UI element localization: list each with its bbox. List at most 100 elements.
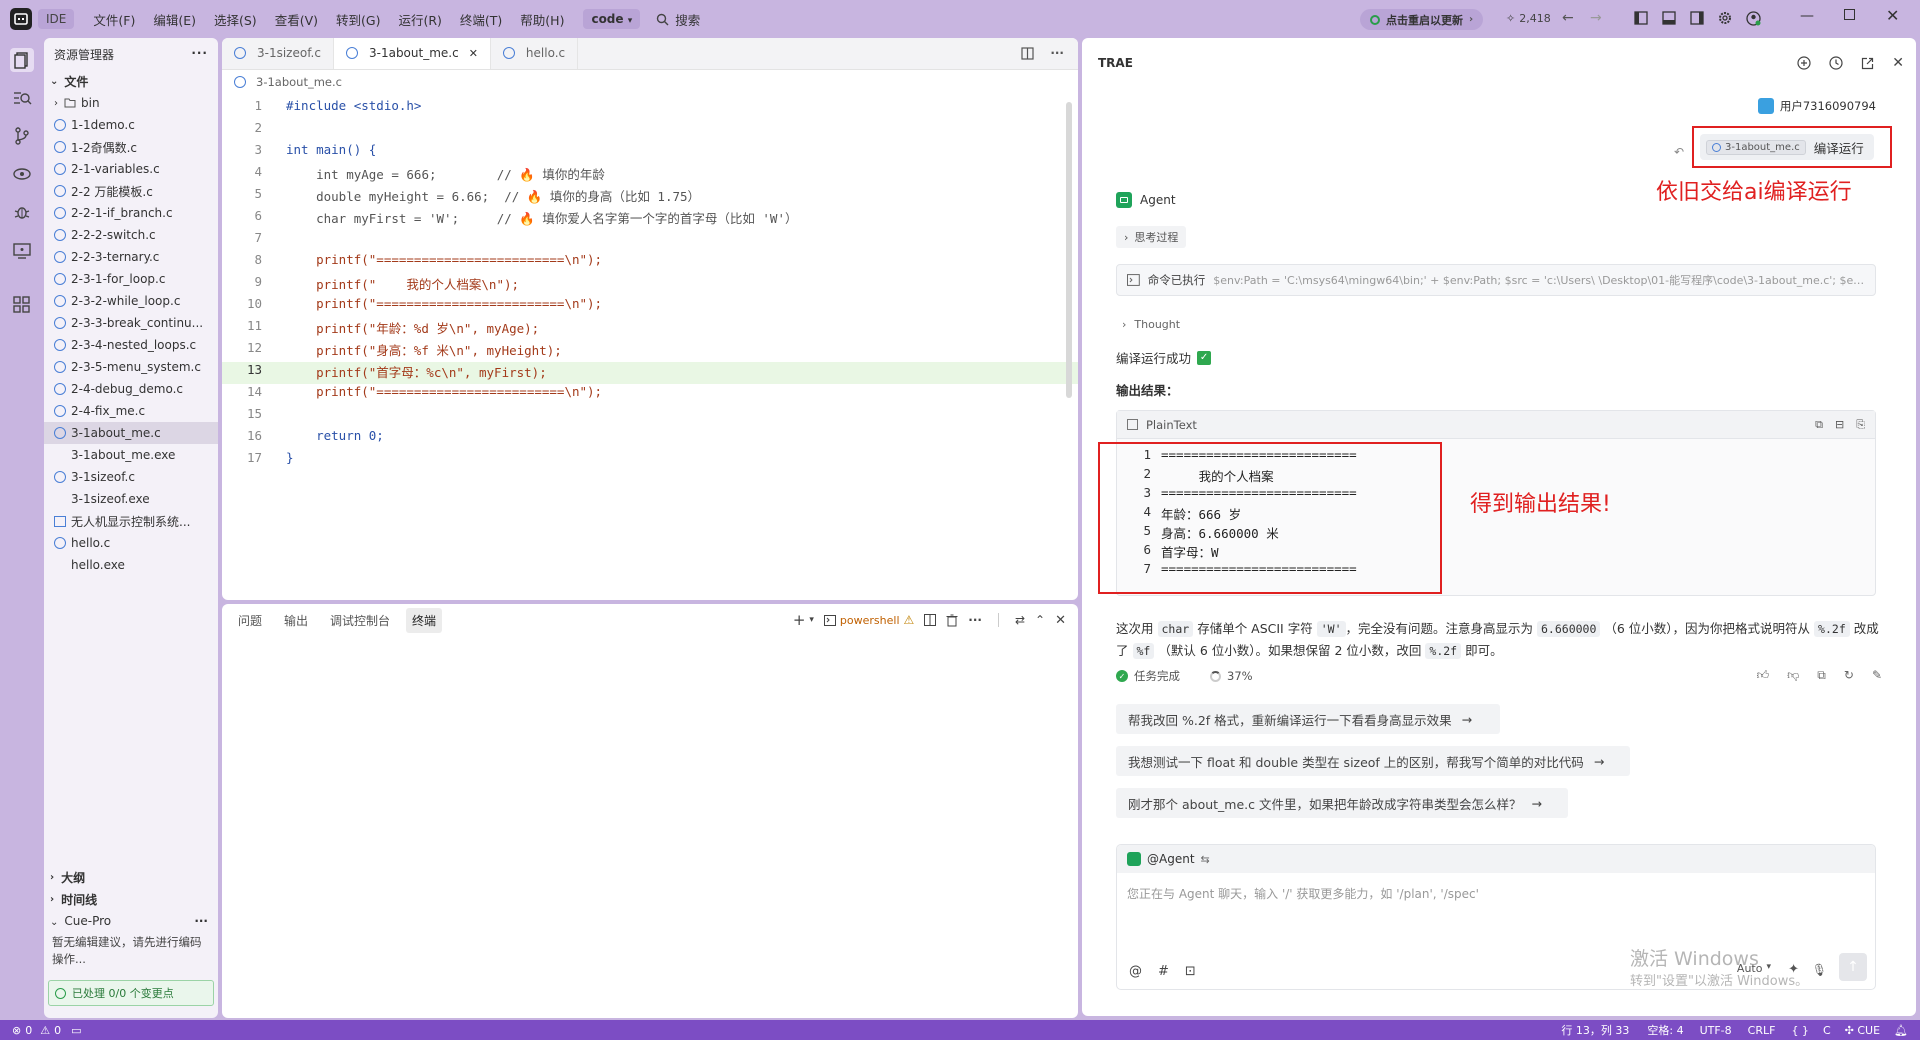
- file-tree-item[interactable]: 2-2-2-switch.c: [44, 224, 218, 246]
- thumbs-up-icon[interactable]: 👍︎: [1757, 668, 1770, 683]
- code-line[interactable]: 8 printf("=========================\n");: [222, 252, 1078, 274]
- notification-bell-icon[interactable]: 🔔︎: [1894, 1024, 1908, 1037]
- code-line[interactable]: 11 printf("年龄：%d 岁\n", myAge);: [222, 318, 1078, 340]
- minimize-icon[interactable]: —: [1800, 8, 1814, 24]
- file-tree-item[interactable]: 无人机显示控制系统...: [44, 510, 218, 532]
- close-window-icon[interactable]: ✕: [1886, 6, 1899, 25]
- tree-folder-bin[interactable]: › bin: [44, 92, 218, 114]
- panel-tab-problems[interactable]: 问题: [232, 608, 268, 633]
- settings-gear-icon[interactable]: [1718, 11, 1734, 27]
- suggestion-item[interactable]: 刚才那个 about_me.c 文件里，如果把年龄改成字符串类型会怎么样？ →: [1116, 788, 1568, 818]
- open-external-icon[interactable]: [1861, 57, 1874, 70]
- debug-bug-icon[interactable]: [12, 202, 32, 222]
- file-tree-item[interactable]: 2-3-4-nested_loops.c: [44, 334, 218, 356]
- preview-eye-icon[interactable]: [12, 164, 32, 184]
- code-line[interactable]: 15: [222, 406, 1078, 428]
- menu-help[interactable]: 帮助(H): [511, 10, 573, 29]
- tree-root-folder[interactable]: ⌄ 文件: [44, 70, 218, 92]
- back-arrow-icon[interactable]: ←: [1562, 10, 1574, 26]
- file-tree-item[interactable]: hello.exe: [44, 554, 218, 576]
- file-tree-item[interactable]: 1-1demo.c: [44, 114, 218, 136]
- remote-monitor-icon[interactable]: [12, 240, 32, 260]
- split-editor-icon[interactable]: [1021, 46, 1034, 60]
- tab-sizeof[interactable]: 3-1sizeof.c: [222, 38, 334, 69]
- chevron-down-icon[interactable]: ▾: [809, 615, 814, 625]
- maximize-panel-icon[interactable]: ⌃: [1035, 613, 1045, 627]
- code-line[interactable]: 10 printf("=========================\n")…: [222, 296, 1078, 318]
- line-ending[interactable]: CRLF: [1748, 1024, 1776, 1037]
- thinking-toggle[interactable]: › 思考过程: [1116, 226, 1187, 248]
- code-line[interactable]: 2: [222, 120, 1078, 142]
- trash-icon[interactable]: [946, 614, 958, 627]
- forward-arrow-icon[interactable]: →: [1590, 10, 1602, 26]
- account-icon[interactable]: [1746, 11, 1762, 27]
- language-mode[interactable]: C: [1823, 1024, 1831, 1037]
- code-line[interactable]: 7: [222, 230, 1078, 252]
- file-tree-item[interactable]: 3-1sizeof.c: [44, 466, 218, 488]
- cursor-position[interactable]: 行 13，列 33: [1561, 1022, 1629, 1038]
- menu-edit[interactable]: 编辑(E): [144, 10, 205, 29]
- menu-view[interactable]: 查看(V): [266, 10, 327, 29]
- code-line[interactable]: 13 printf("首字母：%c\n", myFirst);: [222, 362, 1078, 384]
- toggle-right-panel-icon[interactable]: [1690, 11, 1706, 27]
- project-selector[interactable]: code ▾: [583, 9, 641, 29]
- outline-section[interactable]: › 大纲: [44, 866, 218, 888]
- file-tree-item[interactable]: 2-3-5-menu_system.c: [44, 356, 218, 378]
- more-actions-icon[interactable]: ···: [191, 46, 208, 60]
- tab-hello[interactable]: hello.c: [491, 38, 579, 69]
- braces-icon[interactable]: { }: [1791, 1024, 1809, 1037]
- file-tree-item[interactable]: 3-1sizeof.exe: [44, 488, 218, 510]
- cue-status[interactable]: ✣ CUE: [1845, 1024, 1880, 1037]
- apply-icon[interactable]: ⎘: [1856, 418, 1865, 432]
- source-control-icon[interactable]: [12, 126, 32, 146]
- file-tree-item[interactable]: hello.c: [44, 532, 218, 554]
- menu-run[interactable]: 运行(R): [389, 10, 450, 29]
- update-button[interactable]: 点击重启以更新 ›: [1360, 9, 1484, 30]
- indentation[interactable]: 空格: 4: [1647, 1022, 1683, 1038]
- timeline-section[interactable]: › 时间线: [44, 888, 218, 910]
- file-tree-item[interactable]: 2-4-debug_demo.c: [44, 378, 218, 400]
- split-terminal-icon[interactable]: [924, 614, 937, 626]
- breadcrumb-file[interactable]: 3-1about_me.c: [256, 75, 342, 89]
- thought-toggle[interactable]: › Thought: [1122, 318, 1180, 331]
- file-tree-item[interactable]: 2-2 万能模板.c: [44, 180, 218, 202]
- new-chat-icon[interactable]: [1797, 56, 1811, 70]
- encoding[interactable]: UTF-8: [1700, 1024, 1732, 1037]
- panel-tab-output[interactable]: 输出: [278, 608, 314, 633]
- maximize-icon[interactable]: [1844, 9, 1855, 20]
- code-line[interactable]: 12 printf("身高：%f 米\n", myHeight);: [222, 340, 1078, 362]
- file-tree-item[interactable]: 2-2-3-ternary.c: [44, 246, 218, 268]
- extensions-icon[interactable]: [12, 294, 32, 314]
- menu-go[interactable]: 转到(G): [327, 10, 389, 29]
- search-files-icon[interactable]: [12, 88, 32, 108]
- menu-terminal[interactable]: 终端(T): [451, 10, 511, 29]
- explorer-icon[interactable]: [10, 48, 34, 72]
- code-line[interactable]: 14 printf("=========================\n")…: [222, 384, 1078, 406]
- file-chip[interactable]: 3-1about_me.c: [1706, 139, 1806, 155]
- more-actions-icon[interactable]: ···: [1050, 46, 1064, 60]
- code-line[interactable]: 17}: [222, 450, 1078, 472]
- add-terminal-icon[interactable]: +: [793, 611, 806, 629]
- menu-selection[interactable]: 选择(S): [205, 10, 266, 29]
- close-panel-icon[interactable]: ✕: [1055, 613, 1066, 628]
- file-tree-item[interactable]: 2-3-2-while_loop.c: [44, 290, 218, 312]
- close-tab-icon[interactable]: ✕: [469, 47, 478, 60]
- microphone-icon[interactable]: 🎙︎: [1812, 963, 1827, 977]
- suggestion-item[interactable]: 我想测试一下 float 和 double 类型在 sizeof 上的区别，帮我…: [1116, 746, 1630, 776]
- ide-label[interactable]: IDE: [38, 9, 75, 29]
- history-icon[interactable]: [1829, 56, 1843, 70]
- mention-at-icon[interactable]: @: [1129, 964, 1142, 979]
- command-executed-block[interactable]: 命令已执行 $env:Path = 'C:\msys64\mingw64\bin…: [1116, 264, 1876, 296]
- file-tree-item[interactable]: 1-2奇偶数.c: [44, 136, 218, 158]
- image-upload-icon[interactable]: ⊡: [1185, 964, 1196, 979]
- file-tree-item[interactable]: 2-4-fix_me.c: [44, 400, 218, 422]
- close-panel-icon[interactable]: ✕: [1892, 55, 1904, 71]
- suggestion-item[interactable]: 帮我改回 %.2f 格式，重新编译运行一下看看身高显示效果 →: [1116, 704, 1500, 734]
- cue-pro-section[interactable]: ⌄ Cue-Pro ···: [44, 910, 218, 932]
- code-line[interactable]: 3 int main() {: [222, 142, 1078, 164]
- menu-file[interactable]: 文件(F): [84, 10, 144, 29]
- toggle-panel-icon[interactable]: [1662, 11, 1678, 27]
- thumbs-down-icon[interactable]: 👎︎: [1787, 668, 1799, 683]
- file-tree-item[interactable]: 2-1-variables.c: [44, 158, 218, 180]
- undo-icon[interactable]: ↶: [1674, 145, 1684, 159]
